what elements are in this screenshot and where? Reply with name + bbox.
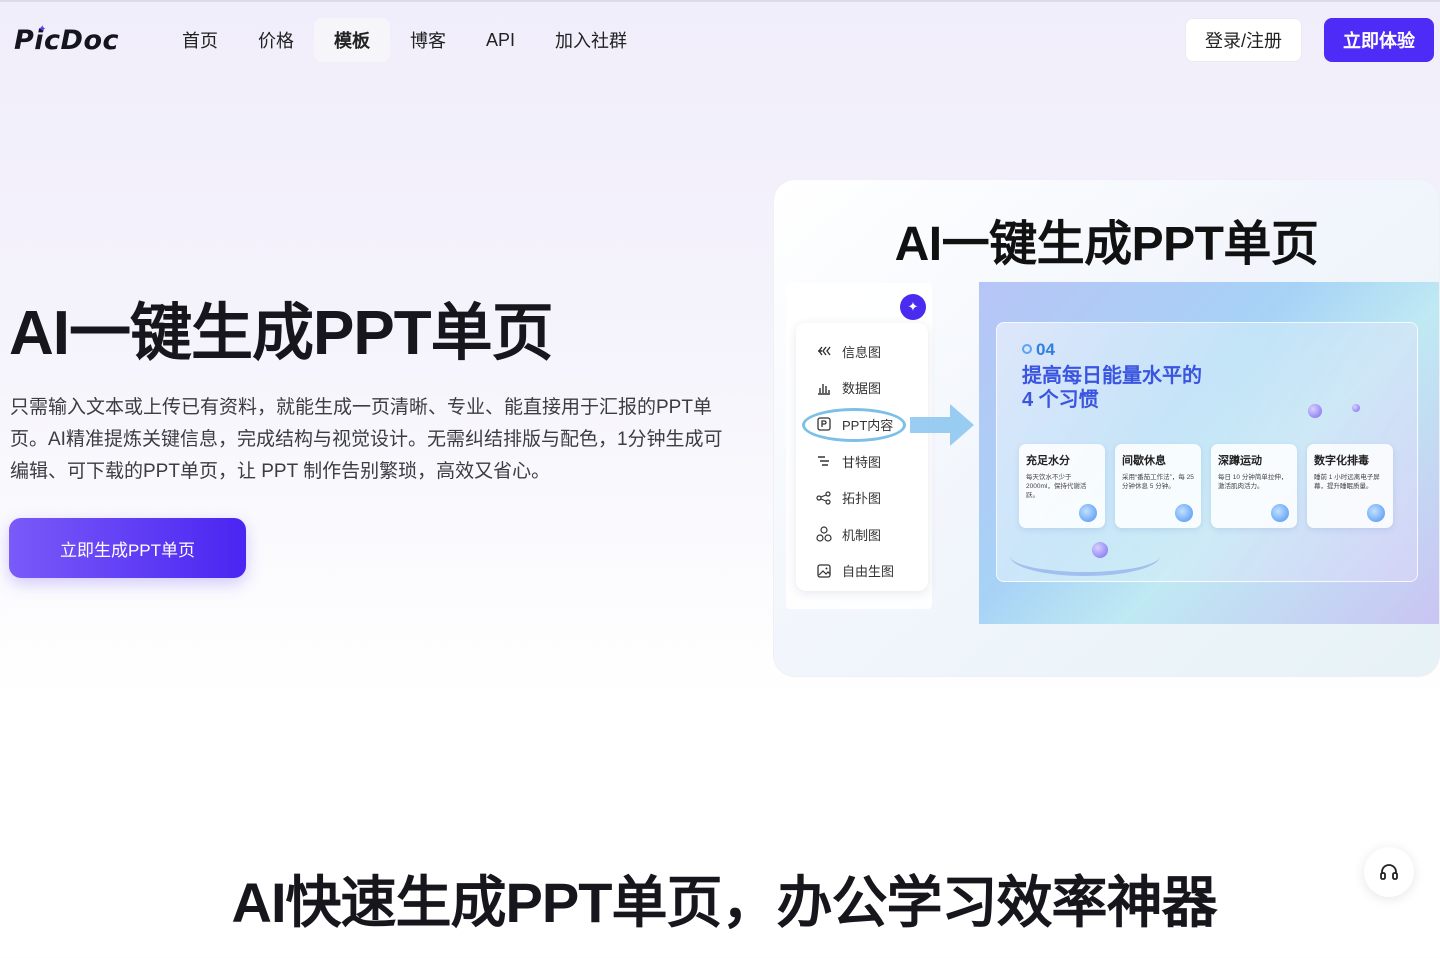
habit-card-desc: 每天饮水不少于2000ml，保持代谢活跃。 <box>1026 474 1087 499</box>
menu-item-mechanism: 机制图 <box>796 516 928 553</box>
login-register-button[interactable]: 登录/注册 <box>1185 18 1302 62</box>
image-icon <box>816 563 832 579</box>
habit-card-desc: 每日 10 分钟简单拉伸，激活肌肉活力。 <box>1218 474 1288 490</box>
selection-ring <box>802 408 906 443</box>
menu-item-free-image: 自由生图 <box>796 553 928 590</box>
habit-card-title: 间歇休息 <box>1122 455 1166 467</box>
slide-number: 04 <box>1036 340 1055 359</box>
hero-preview-card: AI一键生成PPT单页 ✦ 信息图 数据图 PPT内容 甘特图 拓扑图 机制图 … <box>773 179 1440 677</box>
slide-heading: 提高每日能量水平的 4 个习惯 <box>1022 364 1242 412</box>
habit-card-title: 深蹲运动 <box>1218 455 1262 467</box>
hero-description: 只需输入文本或上传已有资料，就能生成一页清晰、专业、能直接用于汇报的PPT单页。… <box>10 397 723 482</box>
habit-card: 深蹲运动 每日 10 分钟简单拉伸，激活肌肉活力。 <box>1211 444 1297 528</box>
main-menu: 首页 价格 模板 博客 API 加入社群 <box>162 18 647 62</box>
running-figure-icon <box>1271 504 1289 522</box>
water-drop-icon <box>1079 504 1097 522</box>
nav-pricing[interactable]: 价格 <box>238 18 314 62</box>
menu-item-label: 数据图 <box>842 381 882 397</box>
menu-item-data-chart: 数据图 <box>796 370 928 407</box>
try-now-button[interactable]: 立即体验 <box>1324 18 1434 62</box>
preview-title: AI一键生成PPT单页 <box>894 218 1319 271</box>
bar-chart-icon <box>816 380 832 396</box>
menu-item-topology: 拓扑图 <box>796 479 928 516</box>
habit-card-desc: 采用“番茄工作法”，每 25 分钟休息 5 分钟。 <box>1122 474 1194 490</box>
ai-sparkle-icon: ✦ <box>900 294 926 320</box>
logo[interactable]: PicDoc ✦ <box>14 22 119 58</box>
menu-item-label: 甘特图 <box>842 454 882 470</box>
menu-item-label: 拓扑图 <box>842 491 882 507</box>
habit-card: 间歇休息 采用“番茄工作法”，每 25 分钟休息 5 分钟。 <box>1115 444 1201 528</box>
habit-card: 数字化排毒 睡前 1 小时远离电子屏幕，提升睡眠质量。 <box>1307 444 1393 528</box>
menu-item-infographic: 信息图 <box>796 333 928 370</box>
generate-ppt-button[interactable]: 立即生成PPT单页 <box>9 518 246 578</box>
mechanism-icon <box>816 526 832 542</box>
menu-item-label: 信息图 <box>842 344 882 360</box>
habit-card-title: 数字化排毒 <box>1314 455 1369 467</box>
slide-number-dot <box>1022 344 1032 354</box>
topology-icon <box>816 490 832 506</box>
gantt-icon <box>816 453 832 469</box>
menu-item-label: 机制图 <box>842 527 882 543</box>
nav-community[interactable]: 加入社群 <box>535 18 647 62</box>
habit-card: 充足水分 每天饮水不少于2000ml，保持代谢活跃。 <box>1019 444 1105 528</box>
nav-api[interactable]: API <box>466 18 535 62</box>
section-title: AI快速生成PPT单页，办公学习效率神器 <box>231 871 1218 934</box>
habit-card-desc: 睡前 1 小时远离电子屏幕，提升睡眠质量。 <box>1314 474 1380 490</box>
decor-orb <box>1308 404 1322 418</box>
preview-type-menu: 信息图 数据图 PPT内容 甘特图 拓扑图 机制图 自由生图 <box>796 323 928 591</box>
habit-card-title: 充足水分 <box>1026 455 1070 467</box>
nav-blog[interactable]: 博客 <box>390 18 466 62</box>
headset-icon <box>1380 864 1398 880</box>
hero-title: AI一键生成PPT单页 <box>9 299 554 368</box>
infographic-icon <box>816 343 832 359</box>
menu-item-gantt: 甘特图 <box>796 443 928 480</box>
customer-support-button[interactable] <box>1364 847 1414 897</box>
slide-heading-line1: 提高每日能量水平的 <box>1022 365 1202 387</box>
top-navigation: PicDoc ✦ 首页 价格 模板 博客 API 加入社群 登录/注册 立即体验 <box>0 0 1440 80</box>
clock-icon <box>1175 504 1193 522</box>
decor-orb <box>1352 404 1360 412</box>
slide-habit-cards: 充足水分 每天饮水不少于2000ml，保持代谢活跃。 间歇休息 采用“番茄工作法… <box>1019 444 1393 528</box>
slide-heading-line2: 4 个习惯 <box>1022 389 1099 411</box>
menu-item-ppt-content: PPT内容 <box>796 406 928 443</box>
logo-spark-icon: ✦ <box>38 24 47 35</box>
moon-icon <box>1367 504 1385 522</box>
nav-templates[interactable]: 模板 <box>314 18 390 62</box>
logo-text: PicDoc <box>14 24 120 56</box>
nav-home[interactable]: 首页 <box>162 18 238 62</box>
menu-item-label: 自由生图 <box>842 564 895 580</box>
decor-swirl <box>1010 536 1160 576</box>
arrow-right-icon <box>910 404 974 446</box>
